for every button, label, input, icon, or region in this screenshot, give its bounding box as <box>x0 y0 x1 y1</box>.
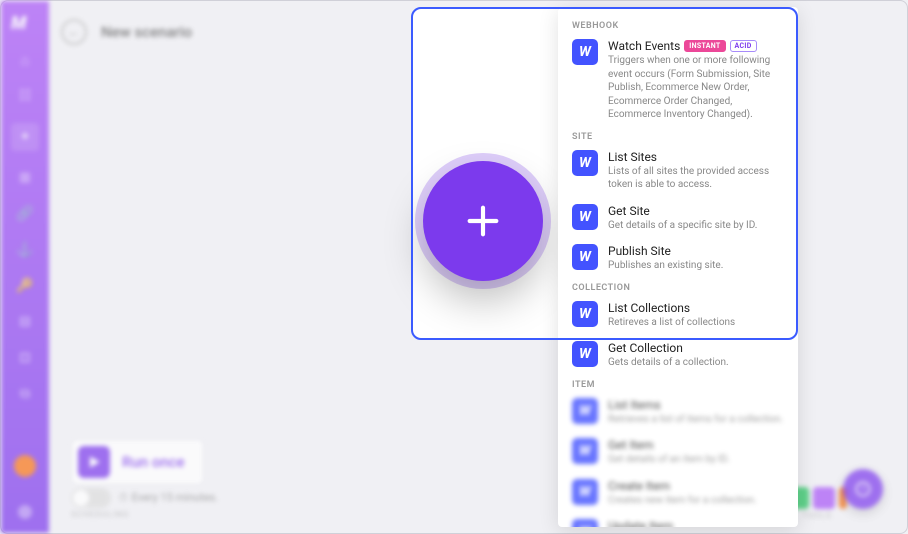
plus-icon <box>463 201 503 241</box>
sidebar: M ⌂ ☷ ✦ ⊞ 🔗 ⚓ 🔑 ⊟ ⊡ ⧉ <box>1 1 49 533</box>
nav-help-icon[interactable]: ⧉ <box>16 385 34 403</box>
module-item-title: Watch EventsINSTANTACID <box>608 39 784 53</box>
webflow-app-icon: W <box>572 301 598 327</box>
module-item-title: Update Item <box>608 519 784 527</box>
tools-label: TOOLS <box>802 511 832 520</box>
module-item[interactable]: W Get ItemGet details of an item by ID. <box>558 432 798 473</box>
run-once-button[interactable]: Run once <box>71 439 204 485</box>
scheduling-label: SCHEDULING <box>71 510 218 519</box>
notifications-icon[interactable] <box>18 505 32 519</box>
webflow-app-icon: W <box>572 519 598 527</box>
module-section-header: WEBHOOK <box>558 17 798 33</box>
module-item-title: Publish Site <box>608 244 784 258</box>
nav-data-icon[interactable]: ⊟ <box>16 313 34 331</box>
webflow-app-icon: W <box>572 204 598 230</box>
module-item-desc: Triggers when one or more following even… <box>608 54 784 122</box>
add-module-node[interactable] <box>423 161 543 281</box>
schedule-toggle[interactable] <box>71 488 111 508</box>
webflow-app-icon: W <box>572 244 598 270</box>
scenario-header: ← New scenario <box>61 19 192 45</box>
module-item-title: Create Item <box>608 479 784 493</box>
module-item-title: List Items <box>608 398 784 412</box>
nav-templates-icon[interactable]: ⊞ <box>16 169 34 187</box>
schedule-text: ⏱ Every 15 minutes. <box>119 491 218 505</box>
module-item[interactable]: W List ItemsRetrieves a list of items for… <box>558 392 798 433</box>
module-item-title: Get Item <box>608 438 784 452</box>
module-item-title: List Collections <box>608 301 784 315</box>
module-section-header: ITEM <box>558 376 798 392</box>
module-item[interactable]: W Publish SitePublishes an existing site. <box>558 238 798 279</box>
webflow-app-icon: W <box>572 479 598 505</box>
module-item[interactable]: W Create ItemCreates new item for a colle… <box>558 473 798 514</box>
module-item[interactable]: W Get SiteGet details of a specific site … <box>558 198 798 239</box>
module-item-desc: Lists of all sites the provided access t… <box>608 165 784 192</box>
webflow-app-icon: W <box>572 341 598 367</box>
module-item-title: Get Collection <box>608 341 784 355</box>
nav-org-icon[interactable]: ☷ <box>16 87 34 105</box>
module-item[interactable]: W List CollectionsRetireves a list of col… <box>558 295 798 336</box>
module-item-desc: Get details of an item by ID. <box>608 453 784 467</box>
module-picker-popup: WEBHOOKWWatch EventsINSTANTACIDTriggers … <box>558 7 798 527</box>
run-once-label: Run once <box>122 453 185 471</box>
webflow-app-icon: W <box>572 438 598 464</box>
help-fab[interactable]: ? <box>843 469 883 509</box>
webflow-app-icon: W <box>572 398 598 424</box>
module-item-desc: Get details of a specific site by ID. <box>608 219 784 233</box>
module-section-header: COLLECTION <box>558 279 798 295</box>
module-item-desc: Retireves a list of collections <box>608 316 784 330</box>
acid-badge: ACID <box>730 40 757 52</box>
module-item-title: List Sites <box>608 150 784 164</box>
svg-text:?: ? <box>861 485 865 495</box>
webflow-app-icon: W <box>572 150 598 176</box>
module-item[interactable]: WWatch EventsINSTANTACIDTriggers when on… <box>558 33 798 128</box>
module-item-title: Get Site <box>608 204 784 218</box>
play-icon <box>78 446 110 478</box>
module-section-header: SITE <box>558 128 798 144</box>
nav-home-icon[interactable]: ⌂ <box>16 51 34 69</box>
nav-connections-icon[interactable]: 🔗 <box>16 205 34 223</box>
module-item-desc: Creates new item for a collection. <box>608 494 784 508</box>
tool-tools-icon[interactable] <box>813 487 835 509</box>
instant-badge: INSTANT <box>684 40 725 52</box>
user-avatar[interactable] <box>14 455 36 477</box>
webflow-app-icon: W <box>572 39 598 65</box>
nav-keys-icon[interactable]: 🔑 <box>16 277 34 295</box>
module-item[interactable]: W List SitesLists of all sites the provid… <box>558 144 798 198</box>
nav-scenarios-icon[interactable]: ✦ <box>11 123 39 151</box>
module-item-desc: Retrieves a list of items for a collecti… <box>608 413 784 427</box>
module-item-desc: Publishes an existing site. <box>608 259 784 273</box>
module-item-desc: Gets details of a collection. <box>608 356 784 370</box>
back-button[interactable]: ← <box>61 19 87 45</box>
scenario-title[interactable]: New scenario <box>101 23 192 41</box>
app-logo: M <box>11 13 39 33</box>
nav-more-icon[interactable]: ⊡ <box>16 349 34 367</box>
nav-webhooks-icon[interactable]: ⚓ <box>16 241 34 259</box>
module-item[interactable]: WUpdate ItemUpdates an existing item for… <box>558 513 798 527</box>
module-item[interactable]: W Get CollectionGets details of a collect… <box>558 335 798 376</box>
